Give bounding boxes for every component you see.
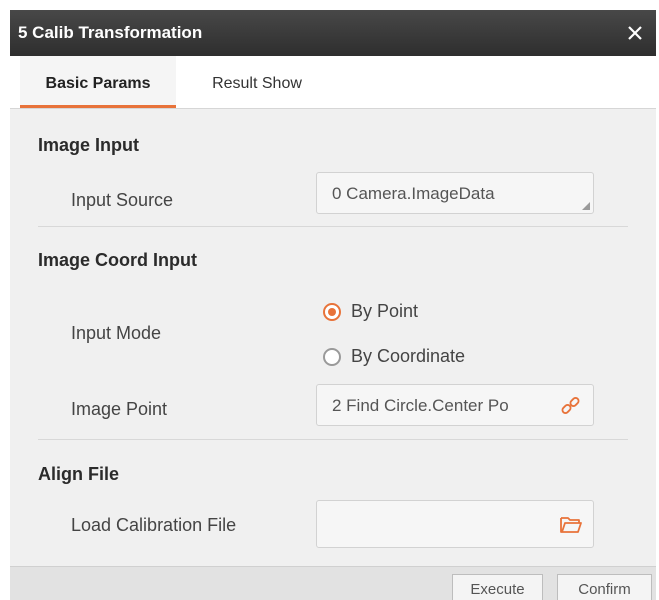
- radio-unchecked-icon: [323, 347, 341, 366]
- section-image-input: Image Input: [38, 135, 140, 155]
- radio-by-point[interactable]: By Point: [323, 301, 418, 322]
- window-title: 5 Calib Transformation: [18, 23, 203, 42]
- execute-button[interactable]: Execute: [452, 574, 543, 600]
- title-bar: 5 Calib Transformation: [10, 10, 656, 56]
- calib-transformation-dialog: 5 Calib Transformation Basic Params Resu…: [10, 10, 656, 600]
- link-icon[interactable]: [559, 394, 583, 418]
- load-calibration-file-label: Load Calibration File: [71, 515, 237, 535]
- section-align-file: Align File: [38, 464, 119, 484]
- input-source-value: 0 Camera.ImageData: [332, 184, 495, 203]
- radio-by-coordinate[interactable]: By Coordinate: [323, 346, 465, 367]
- radio-by-coordinate-label: By Coordinate: [351, 346, 466, 366]
- input-mode-label: Input Mode: [71, 323, 162, 343]
- close-button[interactable]: [618, 16, 652, 50]
- confirm-button[interactable]: Confirm: [557, 574, 652, 600]
- close-icon: [628, 26, 642, 40]
- tab-basic-params[interactable]: Basic Params: [20, 56, 176, 108]
- image-point-label: Image Point: [71, 399, 168, 419]
- dialog-footer: Execute Confirm: [10, 566, 656, 600]
- divider: [38, 226, 628, 227]
- divider: [38, 439, 628, 440]
- dropdown-corner-icon: [582, 202, 590, 210]
- radio-checked-icon: [323, 302, 341, 321]
- tab-result-show[interactable]: Result Show: [192, 56, 322, 108]
- section-image-coord-input: Image Coord Input: [38, 250, 197, 270]
- load-calibration-file-field[interactable]: [316, 500, 594, 548]
- folder-open-icon[interactable]: [559, 513, 583, 537]
- input-source-label: Input Source: [71, 190, 174, 210]
- tab-bar: Basic Params Result Show: [10, 56, 656, 109]
- image-point-field[interactable]: 2 Find Circle.Center Po: [316, 384, 594, 426]
- image-point-value: 2 Find Circle.Center Po: [332, 396, 509, 415]
- input-source-select[interactable]: 0 Camera.ImageData: [316, 172, 594, 214]
- radio-by-point-label: By Point: [351, 301, 419, 321]
